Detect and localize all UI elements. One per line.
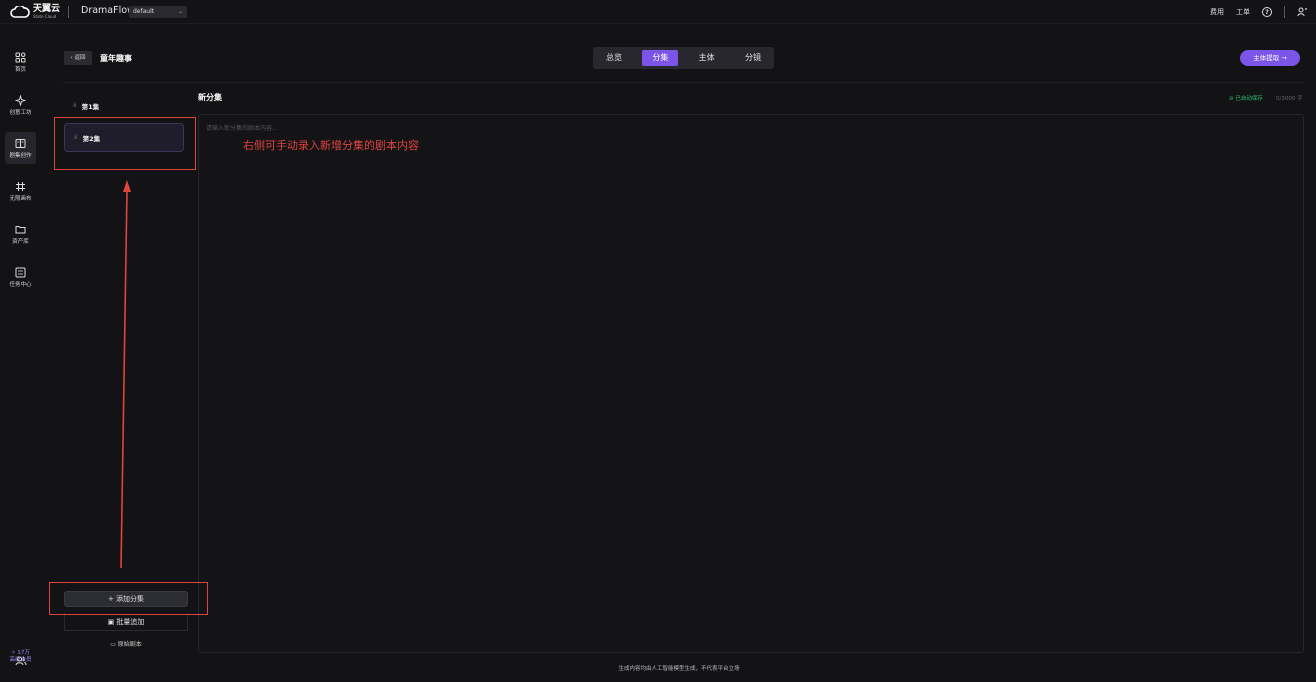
batch-label: 批量追加 xyxy=(116,618,145,626)
topbar-divider xyxy=(68,6,69,18)
script-editor[interactable] xyxy=(198,114,1304,653)
nav-label: 无限画布 xyxy=(9,195,32,202)
sparkle-icon xyxy=(15,94,26,106)
nav-label: 首页 xyxy=(14,66,26,73)
topbar-actions: 费用 工单 ? xyxy=(1210,4,1308,20)
drag-handle-icon[interactable]: ⁞⁞ xyxy=(73,102,76,109)
nav-label: 创意工坊 xyxy=(9,109,32,116)
logo[interactable]: 天翼云 State Cloud xyxy=(10,4,60,20)
script-textarea[interactable] xyxy=(199,115,1303,652)
header-divider xyxy=(62,82,1304,83)
workspace-value: default xyxy=(133,8,155,15)
extract-subjects-button[interactable]: 主体提取 → xyxy=(1240,50,1300,66)
raw-script-link[interactable]: ▭ 原始剧本 xyxy=(64,639,188,648)
tab-storyboard[interactable]: 分镜 xyxy=(735,50,771,66)
episode-item[interactable]: ⁞⁞ 第1集 xyxy=(64,91,184,120)
chevron-down-icon: ⌄ xyxy=(177,8,183,15)
nav-label: 资产库 xyxy=(12,238,29,245)
billing-link[interactable]: 费用 xyxy=(1210,7,1224,17)
annotation-text: 右侧可手动录入新增分集的剧本内容 xyxy=(243,139,419,152)
user-switch-icon[interactable] xyxy=(1297,7,1308,17)
topbar-divider-right xyxy=(1284,6,1285,18)
char-count: 0/3000 字 xyxy=(1276,96,1303,102)
help-icon[interactable]: ? xyxy=(1262,7,1272,17)
tab-overview[interactable]: 总览 xyxy=(596,50,632,66)
episode-label: 第1集 xyxy=(81,102,100,111)
nav-item-creative[interactable]: 创意工坊 xyxy=(5,89,36,121)
nav-item-assets[interactable]: 资产库 xyxy=(5,218,36,250)
task-icon xyxy=(15,267,26,277)
nav-item-tasks[interactable]: 任务中心 xyxy=(5,261,36,293)
folder-icon xyxy=(15,225,26,233)
autosave-label: 已自动保存 xyxy=(1235,96,1263,102)
annotation-box-episode xyxy=(54,117,196,170)
nav-item-home[interactable]: 首页 xyxy=(5,46,36,78)
ticket-link[interactable]: 工单 xyxy=(1236,7,1250,17)
annotation-arrow-icon xyxy=(120,180,131,569)
annotation-box-add xyxy=(49,582,208,615)
view-tabs: 总览 分集 主体 分镜 xyxy=(593,47,774,69)
tab-subjects[interactable]: 主体 xyxy=(689,50,725,66)
tab-episodes[interactable]: 分集 xyxy=(642,50,679,66)
page-title: 童年趣事 xyxy=(100,54,132,63)
cloud-logo-icon xyxy=(10,6,30,18)
nav-item-canvas[interactable]: 无限画布 xyxy=(5,175,36,207)
nav-label: 任务中心 xyxy=(9,281,32,288)
book-icon xyxy=(15,138,26,148)
nav-label: 剧集创作 xyxy=(9,152,32,159)
workspace-select[interactable]: default ⌄ xyxy=(129,6,187,18)
left-nav: 首页 创意工坊 剧集创作 无限画布 资产库 任务中心 ✧ 17万 高级会员 xyxy=(0,24,41,682)
footer-disclaimer: 生成内容均由人工智能模型生成，不代表平台立场 xyxy=(618,666,740,672)
back-button[interactable]: ‹ 返回 xyxy=(64,51,92,65)
app-name: DramaFlow xyxy=(81,5,135,16)
nav-item-series[interactable]: 剧集创作 xyxy=(5,132,36,164)
editor-title: 新分集 xyxy=(198,93,222,102)
logo-subtext: State Cloud xyxy=(33,14,57,19)
hash-icon xyxy=(16,181,25,191)
top-bar: 天翼云 State Cloud DramaFlow default ⌄ 费用 工… xyxy=(0,0,1316,24)
grid-icon xyxy=(15,52,26,62)
script-icon: ▭ xyxy=(110,641,118,648)
logo-text: 天翼云 xyxy=(33,4,61,14)
raw-script-label: 原始剧本 xyxy=(117,641,142,648)
autosave-status: ⊘ 已自动保存 xyxy=(1229,94,1263,102)
batch-append-button[interactable]: ▣ 批量追加 xyxy=(64,613,188,631)
